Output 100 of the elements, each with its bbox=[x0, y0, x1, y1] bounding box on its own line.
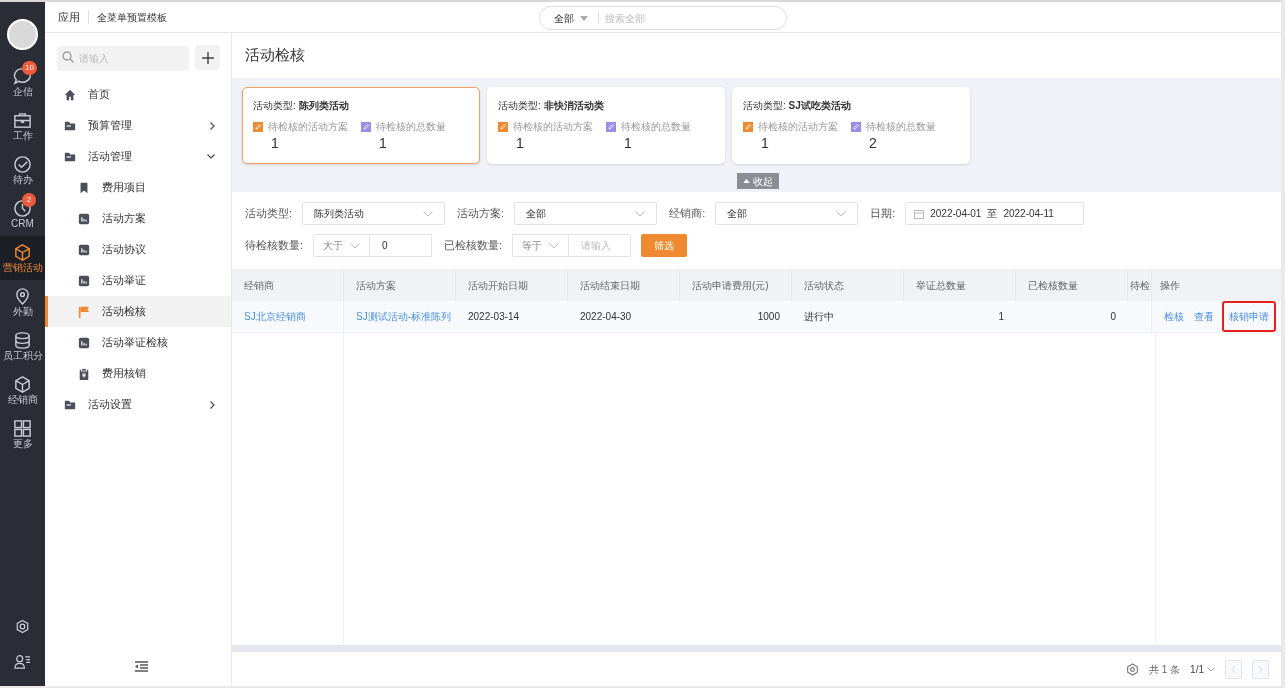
stat-value: 1 bbox=[624, 134, 633, 152]
rail-item[interactable]: 工作 bbox=[0, 104, 45, 148]
rail-item[interactable]: CRM 2 bbox=[0, 192, 45, 236]
sidebar-item[interactable]: 活动检核 bbox=[45, 296, 231, 327]
card-title: 活动类型: 非快消活动类 bbox=[498, 99, 605, 113]
stat-value: 1 bbox=[516, 134, 525, 152]
folder-icon bbox=[64, 150, 76, 163]
calendar-icon bbox=[914, 208, 925, 219]
folder-icon bbox=[64, 398, 76, 411]
activity-type-card[interactable]: 活动类型: SJ试吃类活动 待检核的活动方案 1 待检核的总数量 2 bbox=[732, 87, 970, 164]
sidebar-item[interactable]: 活动方案 bbox=[45, 203, 231, 234]
sidebar-item-label: 费用核销 bbox=[102, 366, 147, 382]
stat-label: 待检核的总数量 bbox=[621, 120, 691, 134]
grid-icon bbox=[13, 418, 32, 438]
table-cell-text: 1 bbox=[997, 310, 1005, 324]
page-title: 活动检核 bbox=[244, 45, 306, 66]
table-cell-text: 2022-04-30 bbox=[579, 310, 633, 324]
activity-type-card[interactable]: 活动类型: 非快消活动类 待检核的活动方案 1 待检核的总数量 1 bbox=[487, 87, 725, 164]
rail-item[interactable]: 员工积分 bbox=[0, 324, 45, 368]
sidebar-item-label: 活动举证 bbox=[102, 273, 147, 289]
stat-value: 1 bbox=[761, 134, 770, 152]
sidebar-item[interactable]: 活动举证 bbox=[45, 265, 231, 296]
card-title: 活动类型: SJ试吃类活动 bbox=[743, 99, 852, 113]
settings-icon bbox=[1125, 662, 1139, 676]
rail-item[interactable]: 营销活动 bbox=[0, 236, 45, 280]
total-count: 共 1 条 bbox=[1148, 662, 1181, 677]
sidebar-item[interactable]: 活动协议 bbox=[45, 234, 231, 265]
sidebar-item[interactable]: 活动设置 bbox=[45, 389, 231, 420]
sidebar-item-label: 活动检核 bbox=[102, 304, 147, 320]
search-icon bbox=[62, 51, 74, 63]
table-cell-text: 1000 bbox=[756, 310, 781, 324]
sidebar-item[interactable]: 活动管理 bbox=[45, 141, 231, 172]
stat-label: 待检核的总数量 bbox=[866, 120, 936, 134]
dropdown[interactable]: 全部 bbox=[514, 202, 658, 225]
rail-item[interactable]: 更多 bbox=[0, 412, 45, 456]
collapse-sidebar-icon[interactable] bbox=[134, 661, 148, 672]
template-label[interactable]: 全菜单预置模板 bbox=[97, 9, 167, 25]
rail-item[interactable]: 外勤 bbox=[0, 280, 45, 324]
chevron-right-icon bbox=[1258, 664, 1263, 674]
avatar[interactable] bbox=[7, 19, 38, 50]
add-button[interactable] bbox=[195, 45, 220, 70]
card-title: 活动类型: 陈列类活动 bbox=[253, 99, 350, 113]
sidebar-item[interactable]: 费用项目 bbox=[45, 172, 231, 203]
filter-label: 活动类型: bbox=[245, 206, 293, 222]
dropdown[interactable]: 陈列类活动 bbox=[302, 202, 446, 225]
chevron-down-icon bbox=[549, 242, 560, 249]
stat-value: 2 bbox=[869, 134, 878, 152]
search-input[interactable]: 搜索全部 bbox=[605, 10, 765, 26]
sidebar-item-label: 活动方案 bbox=[102, 211, 147, 227]
sidebar-item-label: 活动设置 bbox=[88, 397, 133, 413]
check-circle-icon bbox=[13, 154, 32, 174]
filter-label: 活动方案: bbox=[457, 206, 505, 222]
sidebar-item[interactable]: 首页 bbox=[45, 79, 231, 110]
chevron-down-icon bbox=[350, 242, 361, 249]
sidebar-item-label: 活动管理 bbox=[88, 149, 133, 165]
chevron-icon bbox=[210, 121, 215, 130]
number-input-field[interactable]: 请输入 bbox=[569, 234, 632, 257]
flag-icon bbox=[78, 305, 90, 318]
operator-dropdown[interactable]: 等于 bbox=[512, 234, 570, 257]
chevron-icon bbox=[207, 154, 215, 159]
bookmark-icon bbox=[78, 181, 90, 194]
contacts-icon bbox=[14, 654, 31, 669]
settings-icon bbox=[15, 619, 30, 634]
search-scope[interactable]: 全部 bbox=[554, 10, 574, 26]
caret-up-icon bbox=[743, 179, 750, 183]
chevron-icon bbox=[210, 400, 215, 409]
rail-item[interactable]: 企信 10 bbox=[0, 60, 45, 104]
chevron-left-icon bbox=[1231, 664, 1236, 674]
chevron-down-icon bbox=[423, 210, 434, 217]
sidebar-item[interactable]: 预算管理 bbox=[45, 110, 231, 141]
dropdown[interactable]: 全部 bbox=[715, 202, 859, 225]
notification-badge: 2 bbox=[22, 193, 36, 207]
number-input-field[interactable]: 0 bbox=[370, 234, 433, 257]
sidebar-item-label: 活动举证检核 bbox=[102, 335, 169, 351]
rail-item[interactable]: 待办 bbox=[0, 148, 45, 192]
chart-document-icon bbox=[78, 274, 90, 287]
stat-label: 待检核的活动方案 bbox=[268, 120, 348, 134]
rail-item[interactable]: 经销商 bbox=[0, 368, 45, 412]
horizontal-scrollbar[interactable] bbox=[232, 645, 1281, 652]
notification-badge: 10 bbox=[22, 61, 37, 75]
activity-type-card[interactable]: 活动类型: 陈列类活动 待检核的活动方案 1 待检核的总数量 1 bbox=[242, 87, 480, 164]
location-pin-icon bbox=[13, 286, 32, 306]
sidebar-item-label: 预算管理 bbox=[88, 118, 133, 134]
app-label[interactable]: 应用 bbox=[58, 8, 80, 26]
sidebar-item-label: 费用项目 bbox=[102, 180, 147, 196]
filter-label: 待检核数量: bbox=[245, 238, 304, 254]
date-range-field[interactable]: 2022-04-01 至 2022-04-11 bbox=[905, 202, 1085, 225]
chart-document-icon bbox=[78, 243, 90, 256]
briefcase-icon bbox=[13, 110, 32, 130]
sidebar-item[interactable]: 活动举证检核 bbox=[45, 327, 231, 358]
page-select[interactable]: 1/1 bbox=[1190, 661, 1215, 677]
sidebar-item[interactable]: 费用核销 bbox=[45, 358, 231, 389]
column-header[interactable]: 待检 bbox=[1128, 270, 1151, 301]
sidebar-item-label: 活动协议 bbox=[102, 242, 147, 258]
table-cell-text: 进行中 bbox=[803, 310, 835, 324]
stat-label: 待检核的总数量 bbox=[376, 120, 446, 134]
stat-label: 待检核的活动方案 bbox=[513, 120, 593, 134]
clock-icon bbox=[13, 198, 32, 218]
folder-icon bbox=[64, 119, 76, 132]
operator-dropdown[interactable]: 大于 bbox=[313, 234, 371, 257]
